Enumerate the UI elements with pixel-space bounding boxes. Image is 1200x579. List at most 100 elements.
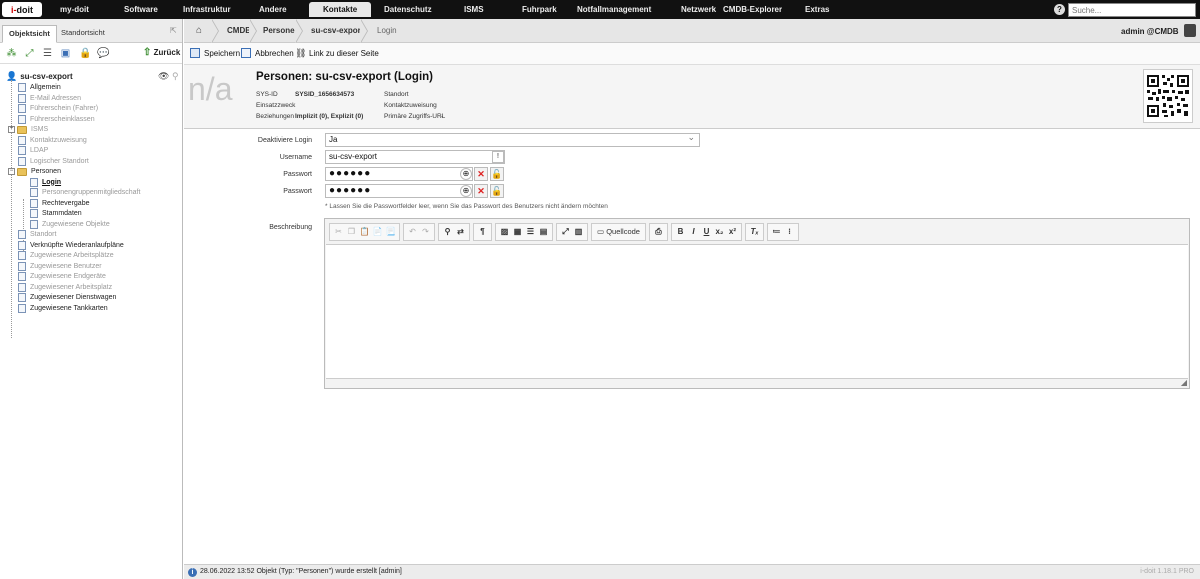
eye-icon[interactable]: 👁 xyxy=(158,71,169,81)
tree-item-ldap[interactable]: LDAP xyxy=(18,145,48,156)
breadcrumb-item-su-csv-export[interactable]: su-csv-export xyxy=(311,19,363,43)
help-icon[interactable]: ? xyxy=(1054,4,1065,15)
link-to-page-button[interactable]: ⛓ Link zu dieser Seite xyxy=(295,48,379,58)
popout-icon[interactable]: ⇱ xyxy=(170,26,177,35)
italic-icon[interactable]: I xyxy=(687,225,700,239)
tree-item-f-hrerscheinklassen[interactable]: Führerscheinklassen xyxy=(18,114,95,125)
tree-item-zugewiesener-dienstwagen[interactable]: Zugewiesener Dienstwagen xyxy=(18,292,116,303)
print-icon[interactable]: ⎙ xyxy=(652,225,665,239)
breadcrumb-item-cmdb[interactable]: CMDB xyxy=(227,19,251,43)
tree-item-zugewiesene-arbeitspl-tze[interactable]: Zugewiesene Arbeitsplätze xyxy=(18,250,114,261)
paste-text-icon[interactable]: 📄 xyxy=(371,225,384,239)
home-icon[interactable]: ⌂ xyxy=(196,25,202,36)
search-input[interactable] xyxy=(1068,3,1196,17)
tree-root-object[interactable]: 👤 su-csv-export xyxy=(6,71,73,82)
superscript-icon[interactable]: x² xyxy=(726,225,739,239)
tree-structure-icon[interactable]: ⁂ xyxy=(6,48,17,59)
special-char-icon[interactable]: ▤ xyxy=(537,225,550,239)
user-avatar-icon[interactable] xyxy=(1184,24,1196,37)
tree-item-standort[interactable]: Standort xyxy=(18,229,56,240)
clear-password-icon[interactable]: ✕ xyxy=(474,167,488,181)
tree-item-e-mail-adressen[interactable]: E-Mail Adressen xyxy=(18,93,81,104)
password-repeat-generate-icon[interactable]: ⊕ xyxy=(460,185,472,197)
relations-value[interactable]: Implizit (0), Explizit (0) xyxy=(295,113,363,120)
user-info[interactable]: admin @CMDB xyxy=(1121,27,1179,36)
tree-item-rechtevergabe[interactable]: Rechtevergabe xyxy=(30,198,89,209)
tree-item-zugewiesene-endger-te[interactable]: Zugewiesene Endgeräte xyxy=(18,271,106,282)
bulleted-list-icon[interactable]: ⁝ xyxy=(783,225,796,239)
unlock-repeat-icon[interactable]: 🔓 xyxy=(490,184,504,198)
maximize-icon[interactable]: ⤢ xyxy=(559,225,572,239)
save-button[interactable]: Speichern xyxy=(190,48,240,58)
nav-andere[interactable]: Andere xyxy=(259,0,287,19)
tree-item-isms[interactable]: + ISMS xyxy=(8,124,48,135)
tree-item-login[interactable]: Login xyxy=(30,177,61,188)
tree-item-logischer-standort[interactable]: Logischer Standort xyxy=(18,156,89,167)
tree-item-zugewiesener-arbeitsplatz[interactable]: Zugewiesener Arbeitsplatz xyxy=(18,282,112,293)
password-generate-icon[interactable]: ⊕ xyxy=(460,168,472,180)
tree-item-zugewiesene-benutzer[interactable]: Zugewiesene Benutzer xyxy=(18,261,102,272)
expand-icon[interactable]: + xyxy=(8,126,15,133)
username-input[interactable]: su-csv-export xyxy=(325,150,505,164)
find-icon[interactable]: ⚲ xyxy=(441,225,454,239)
nav-isms[interactable]: ISMS xyxy=(464,0,484,19)
format-icon[interactable]: ¶ xyxy=(476,225,489,239)
tree-item-verkn-pfte-wiederanlaufpl-ne[interactable]: Verknüpfte Wiederanlaufpläne xyxy=(18,240,124,251)
nav-my-doit[interactable]: my-doit xyxy=(60,0,89,19)
tree-item-f-hrerschein-fahrer-[interactable]: Führerschein (Fahrer) xyxy=(18,103,98,114)
nav-netzwerk[interactable]: Netzwerk xyxy=(681,0,716,19)
bold-icon[interactable]: B xyxy=(674,225,687,239)
description-textarea[interactable] xyxy=(326,244,1188,379)
replace-icon[interactable]: ⇄ xyxy=(454,225,467,239)
tree-item-personen[interactable]: − Personen xyxy=(8,166,61,177)
nav-fuhrpark[interactable]: Fuhrpark xyxy=(522,0,557,19)
expand-icon[interactable]: ⤢ xyxy=(24,48,35,59)
source-code-button[interactable]: ▭ Quellcode xyxy=(594,225,643,239)
info-icon[interactable]: ! xyxy=(492,151,504,163)
subscript-icon[interactable]: x₂ xyxy=(713,225,726,239)
nav-extras[interactable]: Extras xyxy=(805,0,829,19)
password-input[interactable]: ●●●●●● xyxy=(325,167,473,181)
tree-item-zugewiesene-tankkarten[interactable]: Zugewiesene Tankkarten xyxy=(18,303,108,314)
nav-datenschutz[interactable]: Datenschutz xyxy=(384,0,432,19)
tree-item-personengruppenmitgliedschaft[interactable]: Personengruppenmitgliedschaft xyxy=(30,187,140,198)
numbered-list-icon[interactable]: ≔ xyxy=(770,225,783,239)
nav-software[interactable]: Software xyxy=(124,0,158,19)
tree-item-zugewiesene-objekte[interactable]: Zugewiesene Objekte xyxy=(30,219,110,230)
cut-icon[interactable]: ✂ xyxy=(332,225,345,239)
nav-notfallmanagement[interactable]: Notfallmanagement xyxy=(577,0,651,19)
image-icon[interactable]: ▨ xyxy=(498,225,511,239)
redo-icon[interactable]: ↷ xyxy=(419,225,432,239)
tab-location-view[interactable]: Standortsicht xyxy=(55,25,111,43)
paste-icon[interactable]: 📋 xyxy=(358,225,371,239)
show-blocks-icon[interactable]: ▥ xyxy=(572,225,585,239)
breadcrumb-item-personen[interactable]: Personen xyxy=(263,19,299,43)
horizontal-line-icon[interactable]: ☰ xyxy=(524,225,537,239)
nav-cmdb-explorer[interactable]: CMDB-Explorer xyxy=(723,0,782,19)
nav-kontakte[interactable]: Kontakte xyxy=(309,2,372,17)
resize-handle-icon[interactable]: ◢ xyxy=(1181,378,1187,387)
tree-item-kontaktzuweisung[interactable]: Kontaktzuweisung xyxy=(18,135,87,146)
copy-icon[interactable]: ❐ xyxy=(345,225,358,239)
password-repeat-input[interactable]: ●●●●●● xyxy=(325,184,473,198)
tab-object-view[interactable]: Objektsicht xyxy=(2,25,57,43)
book-icon[interactable]: ▣ xyxy=(60,48,71,59)
unlock-icon[interactable]: 🔓 xyxy=(490,167,504,181)
back-button[interactable]: ⇧ Zurück xyxy=(143,47,180,58)
paste-word-icon[interactable]: 📃 xyxy=(384,225,397,239)
lock-icon[interactable]: 🔒 xyxy=(79,48,91,59)
undo-icon[interactable]: ↶ xyxy=(406,225,419,239)
remove-format-icon[interactable]: Tₓ xyxy=(748,225,761,239)
tree-item-allgemein[interactable]: Allgemein xyxy=(18,82,61,93)
deactivate-login-select[interactable]: Ja xyxy=(325,131,700,147)
underline-icon[interactable]: U xyxy=(700,225,713,239)
clear-password-repeat-icon[interactable]: ✕ xyxy=(474,184,488,198)
cancel-button[interactable]: Abbrechen xyxy=(241,48,294,58)
qr-code[interactable] xyxy=(1143,69,1193,123)
magnifier-icon[interactable]: ⚲ xyxy=(172,71,179,81)
comments-icon[interactable]: 💬 xyxy=(97,48,109,59)
tree-item-stammdaten[interactable]: Stammdaten xyxy=(30,208,82,219)
collapse-icon[interactable]: − xyxy=(8,168,15,175)
nav-infrastruktur[interactable]: Infrastruktur xyxy=(183,0,231,19)
table-icon[interactable]: ▦ xyxy=(511,225,524,239)
